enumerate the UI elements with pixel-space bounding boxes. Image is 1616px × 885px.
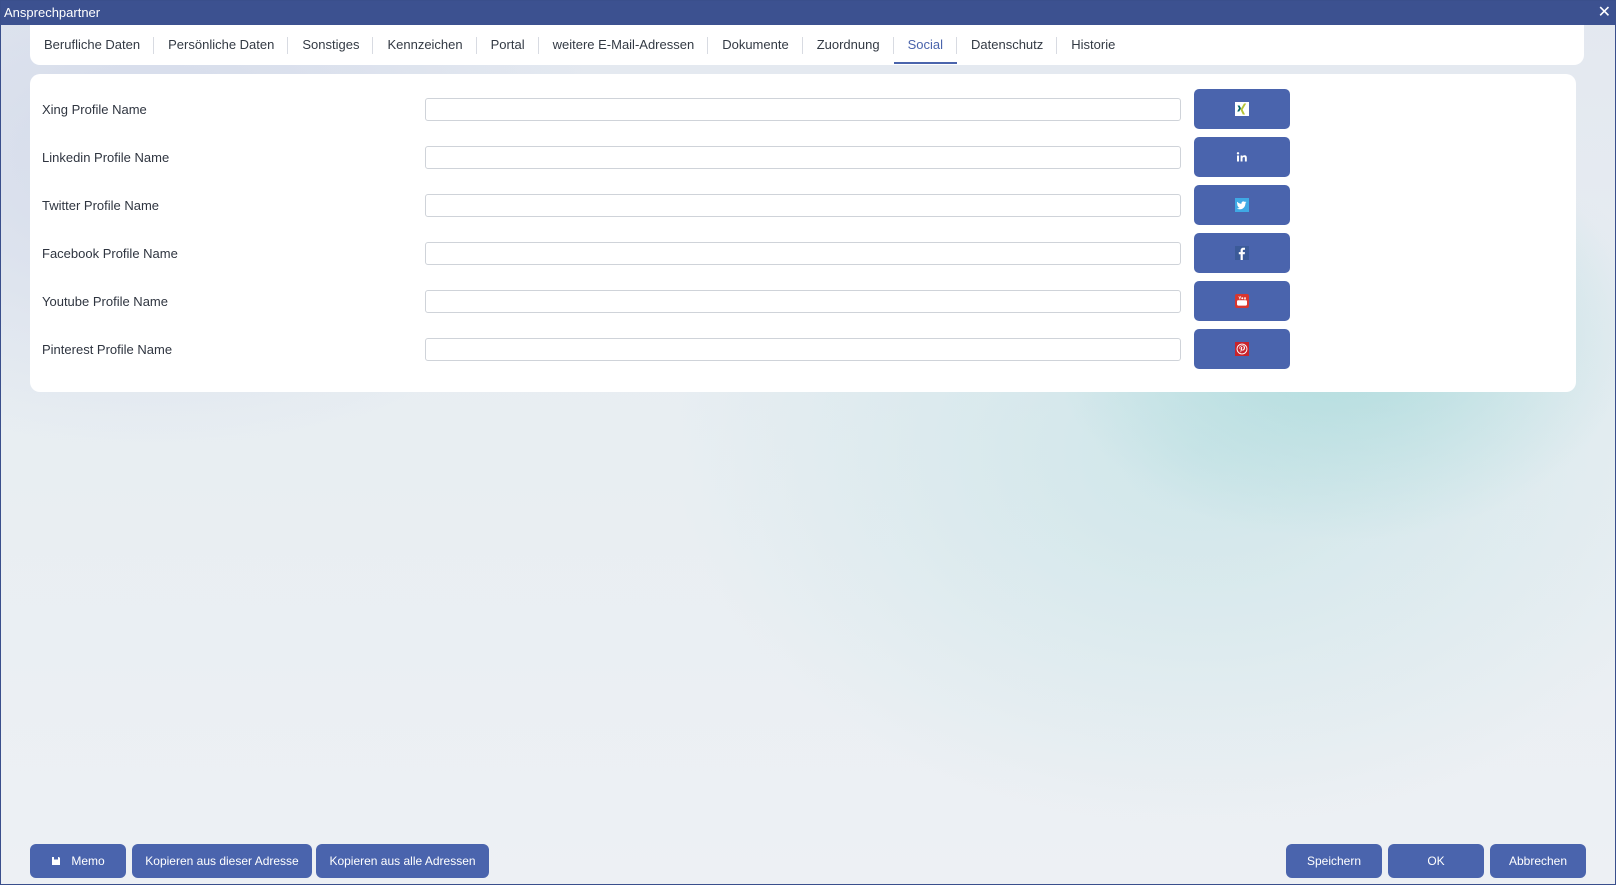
linkedin-row: Linkedin Profile Name xyxy=(30,134,1576,182)
tab-label: Sonstiges xyxy=(302,37,360,52)
youtube-button[interactable] xyxy=(1194,281,1290,321)
tab-label: Kennzeichen xyxy=(387,37,463,52)
linkedin-icon xyxy=(1235,150,1249,164)
tab-social[interactable]: Social xyxy=(893,25,958,65)
tab-label: Dokumente xyxy=(722,37,789,52)
cancel-button[interactable]: Abbrechen xyxy=(1490,844,1586,878)
copy-from-this-address-button[interactable]: Kopieren aus dieser Adresse xyxy=(132,844,312,878)
xing-icon xyxy=(1235,102,1249,116)
pinterest-profile-input[interactable] xyxy=(425,338,1181,361)
facebook-icon xyxy=(1235,246,1249,260)
pinterest-icon xyxy=(1235,342,1249,356)
twitter-label: Twitter Profile Name xyxy=(42,198,160,213)
memo-button[interactable]: Memo xyxy=(30,844,126,878)
youtube-label: Youtube Profile Name xyxy=(42,294,168,309)
tab-label: weitere E-Mail-Adressen xyxy=(552,37,695,52)
tab-persoenliche-daten[interactable]: Persönliche Daten xyxy=(154,25,289,65)
youtube-profile-input[interactable] xyxy=(425,290,1181,313)
tab-label: Portal xyxy=(490,37,525,52)
active-tab-indicator xyxy=(893,62,957,64)
linkedin-label: Linkedin Profile Name xyxy=(42,150,170,165)
tab-weitere-email-adressen[interactable]: weitere E-Mail-Adressen xyxy=(539,25,709,65)
tab-kennzeichen[interactable]: Kennzeichen xyxy=(373,25,477,65)
twitter-profile-input[interactable] xyxy=(425,194,1181,217)
copy-from-all-addresses-button[interactable]: Kopieren aus alle Adressen xyxy=(316,844,489,878)
youtube-row: Youtube Profile Name xyxy=(30,278,1576,326)
twitter-button[interactable] xyxy=(1194,185,1290,225)
pinterest-button[interactable] xyxy=(1194,329,1290,369)
tab-label: Historie xyxy=(1071,37,1116,52)
close-icon[interactable]: ✕ xyxy=(1598,3,1611,23)
tab-datenschutz[interactable]: Datenschutz xyxy=(957,25,1058,65)
tab-portal[interactable]: Portal xyxy=(477,25,539,65)
youtube-icon xyxy=(1235,294,1249,308)
xing-profile-input[interactable] xyxy=(425,98,1181,121)
facebook-row: Facebook Profile Name xyxy=(30,230,1576,278)
title-bar: Ansprechpartner ✕ xyxy=(1,1,1615,25)
xing-label: Xing Profile Name xyxy=(42,102,147,117)
tab-label: Berufliche Daten xyxy=(44,37,141,52)
facebook-label: Facebook Profile Name xyxy=(42,246,178,261)
memo-label: Memo xyxy=(71,854,105,868)
tab-historie[interactable]: Historie xyxy=(1057,25,1129,65)
tab-label: Persönliche Daten xyxy=(168,37,275,52)
tab-zuordnung[interactable]: Zuordnung xyxy=(803,25,894,65)
save-button[interactable]: Speichern xyxy=(1286,844,1382,878)
linkedin-button[interactable] xyxy=(1194,137,1290,177)
tab-label: Zuordnung xyxy=(816,37,880,52)
facebook-profile-input[interactable] xyxy=(425,242,1181,265)
memo-icon xyxy=(52,857,61,865)
tab-bar: Berufliche Daten Persönliche Daten Sonst… xyxy=(30,25,1584,65)
tab-berufliche-daten[interactable]: Berufliche Daten xyxy=(30,25,155,65)
twitter-icon xyxy=(1235,198,1249,212)
linkedin-profile-input[interactable] xyxy=(425,146,1181,169)
tab-label: Social xyxy=(907,37,943,52)
dialog-window: Ansprechpartner ✕ Berufliche Daten Persö… xyxy=(0,0,1616,885)
tab-dokumente[interactable]: Dokumente xyxy=(708,25,804,65)
xing-row: Xing Profile Name xyxy=(30,86,1576,134)
pinterest-row: Pinterest Profile Name xyxy=(30,326,1576,374)
social-panel: Xing Profile Name Linkedin Profile Name xyxy=(30,74,1576,392)
twitter-row: Twitter Profile Name xyxy=(30,182,1576,230)
tab-sonstiges[interactable]: Sonstiges xyxy=(288,25,374,65)
ok-button[interactable]: OK xyxy=(1388,844,1484,878)
pinterest-label: Pinterest Profile Name xyxy=(42,342,173,357)
window-title: Ansprechpartner xyxy=(4,5,101,20)
tab-label: Datenschutz xyxy=(971,37,1044,52)
facebook-button[interactable] xyxy=(1194,233,1290,273)
xing-button[interactable] xyxy=(1194,89,1290,129)
